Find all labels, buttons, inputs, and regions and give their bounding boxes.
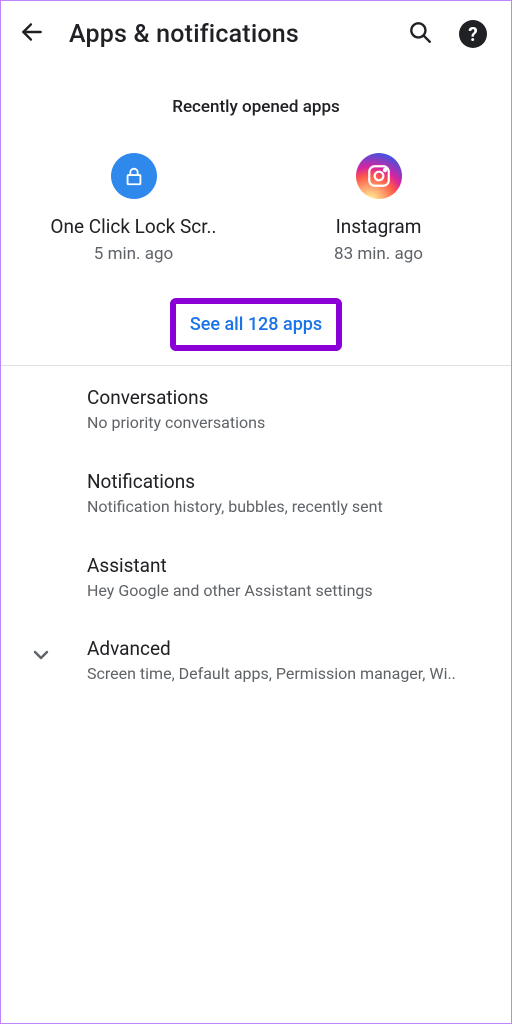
recent-apps-label: Recently opened apps (1, 97, 511, 117)
setting-title: Advanced (87, 637, 487, 660)
setting-subtitle: Screen time, Default apps, Permission ma… (87, 664, 487, 685)
setting-conversations[interactable]: Conversations No priority conversations (1, 368, 511, 452)
search-icon[interactable] (407, 19, 433, 49)
setting-title: Assistant (87, 554, 487, 577)
setting-subtitle: Hey Google and other Assistant settings (87, 581, 487, 602)
app-name: Instagram (336, 215, 422, 238)
setting-title: Conversations (87, 386, 487, 409)
instagram-icon (356, 153, 402, 199)
setting-title: Notifications (87, 470, 487, 493)
setting-subtitle: Notification history, bubbles, recently … (87, 497, 487, 518)
help-icon[interactable]: ? (459, 20, 487, 48)
recent-apps-grid: One Click Lock Scr.. 5 min. ago Instagra… (1, 153, 511, 264)
settings-list: Conversations No priority conversations … (1, 366, 511, 705)
setting-subtitle: No priority conversations (87, 413, 487, 434)
app-time: 5 min. ago (94, 244, 173, 264)
app-name: One Click Lock Scr.. (50, 215, 216, 238)
recent-app-one-click-lock[interactable]: One Click Lock Scr.. 5 min. ago (11, 153, 256, 264)
lock-icon (111, 153, 157, 199)
setting-notifications[interactable]: Notifications Notification history, bubb… (1, 452, 511, 536)
recent-app-instagram[interactable]: Instagram 83 min. ago (256, 153, 501, 264)
back-icon[interactable] (19, 19, 45, 49)
page-title: Apps & notifications (69, 20, 383, 49)
header-actions: ? (407, 19, 487, 49)
see-all-apps-button[interactable]: See all 128 apps (170, 298, 342, 351)
setting-advanced[interactable]: Advanced Screen time, Default apps, Perm… (1, 619, 511, 703)
chevron-down-icon (29, 643, 53, 671)
setting-assistant[interactable]: Assistant Hey Google and other Assistant… (1, 536, 511, 620)
app-time: 83 min. ago (334, 244, 423, 264)
app-bar: Apps & notifications ? (1, 1, 511, 59)
see-all-container: See all 128 apps (1, 298, 511, 365)
